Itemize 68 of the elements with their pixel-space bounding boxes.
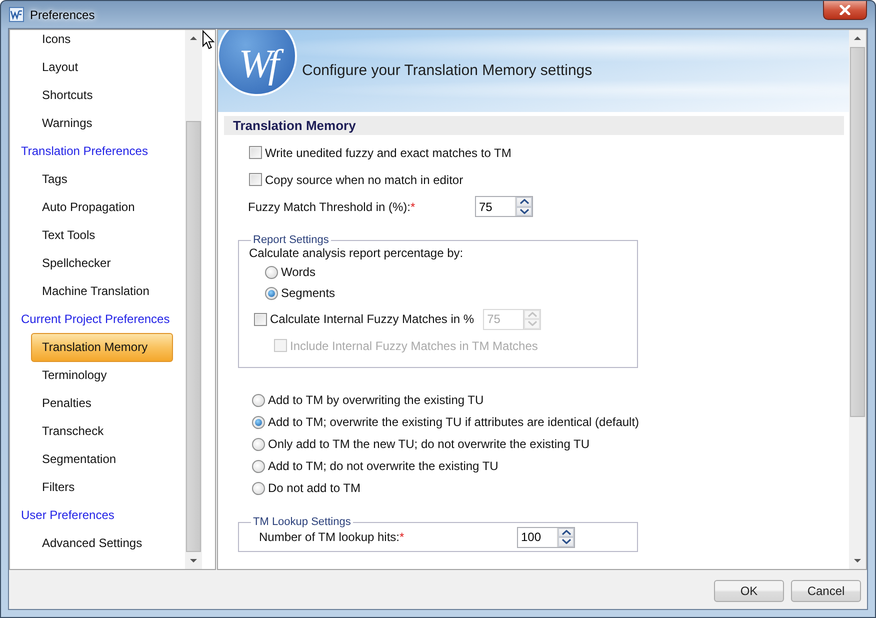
- checkbox[interactable]: [249, 146, 262, 159]
- radio-label[interactable]: Add to TM; do not overwrite the existing TU: [268, 459, 498, 473]
- category-label[interactable]: Current Project Preferences: [10, 305, 185, 333]
- sidebar-item[interactable]: Penalties: [31, 388, 173, 418]
- radio-label[interactable]: Only add to TM the new TU; do not overwrite the existing TU: [268, 437, 590, 451]
- up-caret-icon: [528, 312, 537, 317]
- checkbox[interactable]: [254, 312, 267, 326]
- sidebar-item[interactable]: Text Tools: [31, 220, 173, 250]
- radio-button[interactable]: [252, 482, 265, 494]
- sidebar-item[interactable]: Icons: [31, 30, 173, 54]
- sidebar-item[interactable]: Translation Memory: [31, 332, 173, 362]
- number-field[interactable]: 75: [475, 196, 533, 217]
- number-field[interactable]: 100: [517, 526, 575, 548]
- number-input[interactable]: 100: [518, 528, 557, 546]
- sidebar-item[interactable]: Machine Translation: [31, 276, 173, 306]
- cancel-button[interactable]: Cancel: [791, 580, 861, 602]
- window-title: Preferences: [30, 8, 95, 22]
- down-caret-icon: [528, 321, 537, 326]
- up-caret-icon: [520, 199, 528, 204]
- radio-button[interactable]: [252, 394, 265, 406]
- radio-label[interactable]: Segments: [281, 286, 336, 300]
- sidebar-item[interactable]: Shortcuts: [31, 80, 173, 110]
- sidebar-item[interactable]: Tags: [31, 164, 173, 194]
- radio-button[interactable]: [265, 266, 278, 278]
- down-caret-icon: [520, 208, 528, 214]
- field-label: Fuzzy Match Threshold in (%):: [248, 200, 410, 214]
- ok-button[interactable]: OK: [714, 580, 784, 602]
- radio-label[interactable]: Words: [281, 265, 316, 279]
- sidebar-item[interactable]: Auto Propagation: [31, 192, 173, 222]
- page-title: Configure your Translation Memory settings: [302, 62, 592, 78]
- prompt-text: Calculate analysis report percentage by:: [249, 246, 464, 260]
- checkbox[interactable]: [249, 173, 262, 186]
- category-label[interactable]: Translation Preferences: [10, 137, 185, 165]
- group-title: TM Lookup Settings: [252, 516, 352, 528]
- number-input[interactable]: 75: [476, 197, 515, 216]
- radio-button[interactable]: [252, 460, 265, 472]
- radio-button[interactable]: [265, 286, 278, 300]
- section-title: Translation Memory: [224, 116, 844, 135]
- up-caret-icon: [562, 530, 570, 535]
- category-label[interactable]: User Preferences: [10, 501, 185, 529]
- field-label: Number of TM lookup hits:: [259, 530, 400, 544]
- checkbox-label[interactable]: Calculate Internal Fuzzy Matches in %: [270, 312, 474, 326]
- sidebar-item[interactable]: Spellchecker: [31, 248, 173, 278]
- checkbox-label[interactable]: Copy source when no match in editor: [265, 172, 464, 186]
- spin-up-button[interactable]: [558, 528, 574, 537]
- sidebar-item[interactable]: Terminology: [31, 360, 173, 390]
- app-icon: [9, 7, 24, 22]
- required-mark: *: [400, 530, 404, 544]
- logo: Wf: [218, 30, 297, 96]
- down-caret-icon: [562, 539, 570, 544]
- group-title: Report Settings: [252, 234, 330, 246]
- sidebar-item[interactable]: Advanced Settings: [31, 528, 173, 558]
- sidebar-item[interactable]: Filters: [31, 472, 173, 502]
- radio-button[interactable]: [252, 416, 265, 428]
- sidebar-item[interactable]: Segmentation: [31, 444, 173, 474]
- close-button[interactable]: [823, 1, 867, 20]
- close-icon: [839, 5, 851, 15]
- checkbox-label[interactable]: Write unedited fuzzy and exact matches to TM: [265, 146, 512, 160]
- radio-label[interactable]: Add to TM by overwriting the existing TU: [268, 393, 484, 407]
- sidebar-item[interactable]: Warnings: [31, 108, 173, 138]
- radio-label[interactable]: Do not add to TM: [268, 481, 360, 495]
- required-mark: *: [410, 200, 416, 214]
- sidebar-item[interactable]: Layout: [31, 52, 173, 82]
- spin-up-button[interactable]: [516, 197, 532, 206]
- sidebar-item[interactable]: Transcheck: [31, 416, 173, 446]
- spin-down-button[interactable]: [558, 537, 574, 546]
- radio-button[interactable]: [252, 438, 265, 450]
- radio-label[interactable]: Add to TM; overwrite the existing TU if attributes are identical (default): [268, 415, 640, 429]
